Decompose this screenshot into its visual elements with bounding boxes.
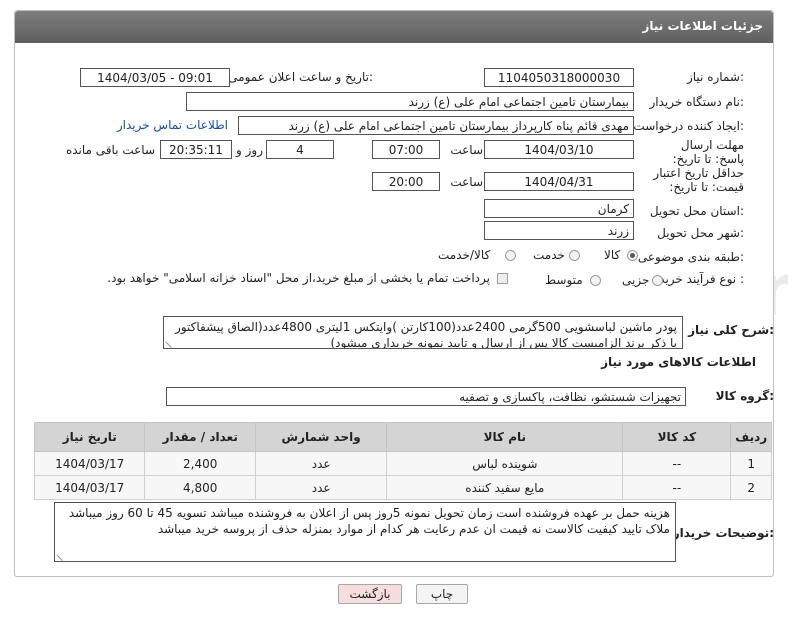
price-valid-label: حداقل تاریخ اعتبار قیمت: تا تاریخ: bbox=[653, 166, 744, 194]
treasury-payment-checkbox[interactable] bbox=[497, 273, 508, 284]
province-field: کرمان bbox=[484, 199, 634, 218]
col-header-row: ردیف bbox=[730, 422, 772, 452]
overview-field: پودر ماشین لباسشویی 500گرمی 2400عدد(100ک… bbox=[163, 316, 683, 349]
price-valid-time-field: 20:00 bbox=[372, 172, 440, 191]
table-row: 2 -- مایع سفید کننده عدد 4,800 1404/03/1… bbox=[33, 475, 772, 500]
buyer-org-field: بیمارستان تامین اجتماعی امام علی (ع) زرن… bbox=[186, 92, 634, 111]
deadline-hour-label: ساعت bbox=[450, 143, 483, 157]
city-field: زرند bbox=[484, 221, 634, 240]
deadline-label: مهلت ارسال پاسخ: تا تاریخ: bbox=[672, 138, 744, 166]
buyer-contact-link[interactable]: اطلاعات تماس خریدار bbox=[117, 118, 228, 132]
goods-info-heading: اطلاعات کالاهای مورد نیاز bbox=[601, 355, 756, 369]
requester-field: مهدی قائم پناه کارپرداز بیمارستان تامین … bbox=[238, 116, 634, 135]
overview-text: پودر ماشین لباسشویی 500گرمی 2400عدد(100ک… bbox=[175, 320, 677, 349]
requester-label: ایجاد کننده درخواست: bbox=[633, 119, 744, 133]
col-header-qty: تعداد / مقدار bbox=[144, 422, 256, 452]
announce-datetime-label: تاریخ و ساعت اعلان عمومی: bbox=[228, 70, 373, 84]
col-header-unit: واحد شمارش bbox=[254, 422, 388, 452]
table-row: 1 -- شوینده لباس عدد 2,400 1404/03/17 bbox=[33, 451, 772, 476]
payment-note: پرداخت تمام یا بخشی از مبلغ خرید،از محل … bbox=[107, 271, 490, 285]
buyer-notes-field: هزینه حمل بر عهده فروشنده است زمان تحویل… bbox=[54, 502, 676, 562]
process-radio-minor[interactable] bbox=[652, 275, 663, 286]
deadline-time-field: 07:00 bbox=[372, 140, 440, 159]
panel-header: جزئیات اطلاعات نیاز bbox=[15, 11, 773, 43]
cell-unit: عدد bbox=[254, 451, 388, 476]
process-option-medium: متوسط bbox=[545, 273, 583, 287]
cell-row: 1 bbox=[730, 451, 772, 476]
need-number-field: 1104050318000030 bbox=[484, 68, 634, 87]
cell-name: شوینده لباس bbox=[386, 451, 624, 476]
cell-date: 1404/03/17 bbox=[33, 475, 146, 500]
process-option-minor: جزیی bbox=[622, 273, 650, 287]
days-field: 4 bbox=[266, 140, 334, 159]
category-radio-service[interactable] bbox=[569, 250, 580, 261]
category-label: طبقه بندی موضوعی: bbox=[637, 250, 744, 264]
resize-handle[interactable] bbox=[165, 335, 178, 348]
cell-row: 2 bbox=[730, 475, 772, 500]
category-option-goods: کالا bbox=[604, 248, 621, 262]
resize-handle[interactable] bbox=[56, 548, 69, 561]
city-label: شهر محل تحویل: bbox=[657, 226, 744, 240]
province-label: استان محل تحویل: bbox=[649, 204, 744, 218]
announce-datetime-field: 1404/03/05 - 09:01 bbox=[80, 68, 230, 87]
print-button[interactable]: چاپ bbox=[416, 584, 468, 604]
process-type-label: نوع فرآیند خرید : bbox=[659, 272, 744, 286]
goods-table: ردیف کد کالا نام کالا واحد شمارش تعداد /… bbox=[33, 422, 772, 500]
panel-title: جزئیات اطلاعات نیاز bbox=[642, 19, 763, 33]
cell-qty: 4,800 bbox=[144, 475, 256, 500]
cell-code: -- bbox=[622, 451, 732, 476]
price-valid-hour-label: ساعت bbox=[450, 175, 483, 189]
price-valid-date-field: 1404/04/31 bbox=[484, 172, 634, 191]
cell-date: 1404/03/17 bbox=[33, 451, 146, 476]
cell-name: مایع سفید کننده bbox=[386, 475, 624, 500]
category-radio-goods[interactable] bbox=[627, 250, 638, 261]
day-and-label: روز و bbox=[236, 143, 263, 157]
category-option-service: خدمت bbox=[533, 248, 565, 262]
process-radio-medium[interactable] bbox=[590, 275, 601, 286]
category-option-goods-service: کالا/خدمت bbox=[438, 248, 491, 262]
category-radio-goods-service[interactable] bbox=[505, 250, 516, 261]
buyer-notes-text: هزینه حمل بر عهده فروشنده است زمان تحویل… bbox=[68, 506, 670, 536]
back-button[interactable]: بازگشت bbox=[338, 584, 402, 604]
buyer-notes-label: توضیحات خریدار: bbox=[672, 526, 774, 540]
goods-group-label: گروه کالا: bbox=[715, 389, 774, 403]
col-header-date: تاریخ نیاز bbox=[33, 422, 146, 452]
remaining-label: ساعت باقی مانده bbox=[65, 143, 155, 157]
overview-label: شرح کلی نیاز: bbox=[688, 323, 774, 337]
goods-group-field: تجهیزات شستشو، نظافت، پاکسازی و تصفیه bbox=[166, 387, 686, 406]
need-number-label: شماره نیاز: bbox=[686, 70, 744, 84]
deadline-date-field: 1404/03/10 bbox=[484, 140, 634, 159]
col-header-code: کد کالا bbox=[622, 422, 732, 452]
remaining-time-field: 20:35:11 bbox=[160, 140, 232, 159]
col-header-name: نام کالا bbox=[386, 422, 624, 452]
cell-qty: 2,400 bbox=[144, 451, 256, 476]
goods-table-header-row: ردیف کد کالا نام کالا واحد شمارش تعداد /… bbox=[33, 422, 772, 452]
cell-unit: عدد bbox=[254, 475, 388, 500]
buyer-org-label: نام دستگاه خریدار: bbox=[649, 95, 745, 109]
cell-code: -- bbox=[622, 475, 732, 500]
